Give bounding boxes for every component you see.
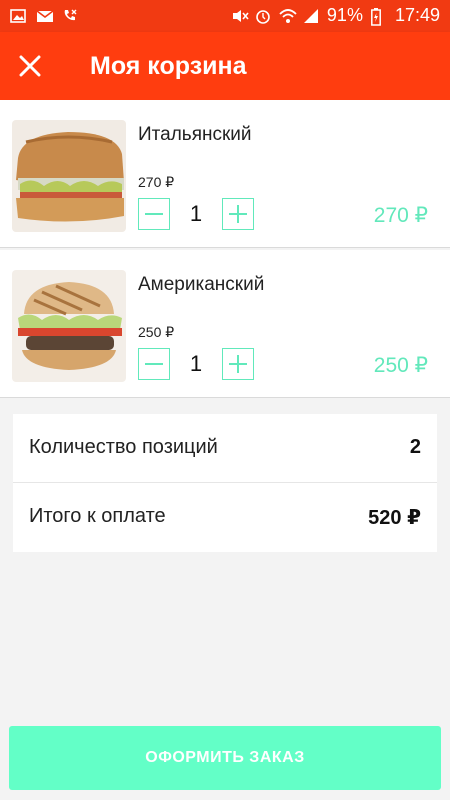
increase-quantity-button[interactable]: [222, 348, 254, 380]
cart-item: Американский 250 ₽ 1 250 ₽: [0, 250, 450, 398]
alarm-icon: [255, 8, 271, 24]
mute-icon: [231, 8, 249, 24]
clock: 17:49: [394, 5, 440, 25]
minus-icon: [145, 363, 163, 365]
close-button[interactable]: [12, 48, 48, 84]
product-image-american: [12, 270, 126, 382]
summary-row-count: Количество позиций 2: [13, 414, 437, 483]
wifi-icon: [279, 8, 297, 24]
plus-icon: [229, 205, 247, 223]
line-total: 270 ₽: [373, 204, 428, 227]
close-icon: [19, 55, 41, 77]
missed-call-icon: [62, 8, 78, 24]
cart-item: Итальянский 270 ₽ 1 270 ₽: [0, 100, 450, 248]
order-summary: Количество позиций 2 Итого к оплате 520 …: [13, 414, 437, 552]
total-value: 520 ₽: [368, 507, 421, 529]
unit-price: 250 ₽: [138, 324, 175, 340]
signal-icon: [303, 8, 319, 24]
unit-price: 270 ₽: [138, 174, 175, 190]
total-label: Итого к оплате: [29, 505, 166, 527]
quantity-value: 1: [189, 201, 203, 226]
plus-icon: [229, 355, 247, 373]
mail-icon: [36, 8, 54, 24]
product-image-italian: [12, 120, 126, 232]
line-total: 250 ₽: [373, 354, 428, 377]
count-label: Количество позиций: [29, 436, 218, 458]
gallery-icon: [10, 8, 26, 24]
minus-icon: [145, 213, 163, 215]
status-bar: 91% 17:49: [0, 0, 450, 32]
page-title: Моя корзина: [90, 52, 247, 80]
quantity-value: 1: [189, 351, 203, 376]
battery-icon: [371, 7, 387, 26]
decrease-quantity-button[interactable]: [138, 348, 170, 380]
count-value: 2: [409, 436, 421, 458]
app-bar: Моя корзина: [0, 32, 450, 100]
checkout-button[interactable]: ОФОРМИТЬ ЗАКАЗ: [9, 726, 441, 790]
summary-row-total: Итого к оплате 520 ₽: [13, 483, 437, 552]
battery-percent: 91%: [326, 5, 363, 25]
decrease-quantity-button[interactable]: [138, 198, 170, 230]
item-name: Американский: [138, 274, 265, 295]
item-name: Итальянский: [138, 124, 252, 145]
increase-quantity-button[interactable]: [222, 198, 254, 230]
